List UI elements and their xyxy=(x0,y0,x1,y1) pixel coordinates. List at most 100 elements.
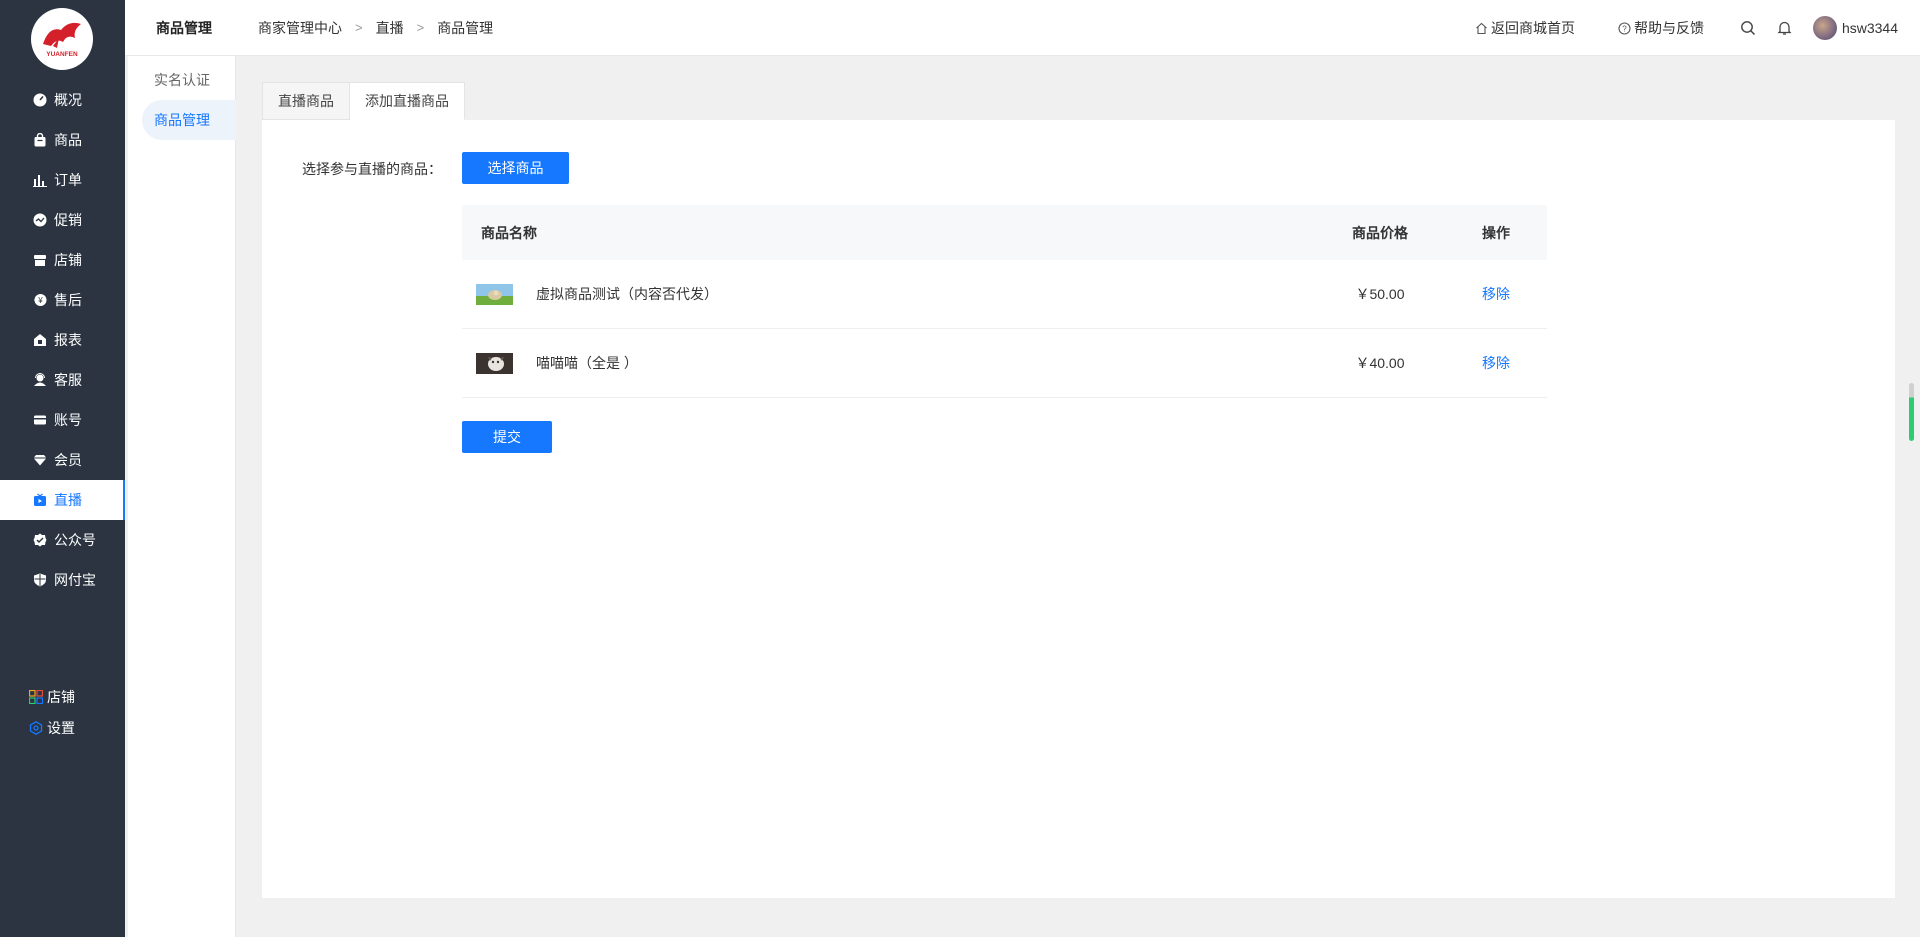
svg-text:¥: ¥ xyxy=(37,296,43,305)
product-name: 喵喵喵（全是 ） xyxy=(536,355,638,371)
home-link[interactable]: 返回商城首页 xyxy=(1475,18,1575,38)
dashboard-icon xyxy=(33,93,47,107)
sidebar-item-label: 直播 xyxy=(54,492,82,508)
bag-icon xyxy=(33,133,47,147)
product-thumbnail xyxy=(476,284,513,305)
sidebar-item-official-account[interactable]: 公众号 xyxy=(0,520,125,560)
help-icon: ? xyxy=(1618,21,1631,35)
check-badge-icon xyxy=(33,533,47,547)
card-icon xyxy=(33,413,47,427)
sidebar: YUANFEN 概况 商品 订单 促销 店铺 ¥ 售后 报表 客服 账号 会员 … xyxy=(0,0,125,937)
subnav-item-verification[interactable]: 实名认证 xyxy=(142,60,236,100)
report-icon xyxy=(33,333,47,347)
grid-icon xyxy=(29,689,43,704)
home-icon xyxy=(1476,22,1487,34)
logo-text: YUANFEN xyxy=(46,51,78,58)
search-icon[interactable] xyxy=(1740,20,1756,36)
sidebar-item-label: 会员 xyxy=(54,452,82,468)
subnav-item-label: 实名认证 xyxy=(154,72,210,88)
column-header-name: 商品名称 xyxy=(481,224,537,241)
header-actions: 返回商城首页 ? 帮助与反馈 hsw3344 xyxy=(1475,0,1898,56)
sidebar-item-label: 客服 xyxy=(54,372,82,388)
remove-link[interactable]: 移除 xyxy=(1471,284,1521,304)
live-icon xyxy=(33,493,47,507)
table-header: 商品名称 商品价格 操作 xyxy=(462,205,1547,260)
sidebar-item-aftersale[interactable]: ¥ 售后 xyxy=(0,280,125,320)
username: hsw3344 xyxy=(1841,20,1898,36)
product-price: ￥50.00 xyxy=(1355,286,1405,302)
sidebar-item-member[interactable]: 会员 xyxy=(0,440,125,480)
sidebar-item-account[interactable]: 账号 xyxy=(0,400,125,440)
home-link-label: 返回商城首页 xyxy=(1490,20,1575,36)
sidebar-item-orders[interactable]: 订单 xyxy=(0,160,125,200)
avatar xyxy=(1812,16,1837,40)
product-name: 虚拟商品测试（内容否代发） xyxy=(536,286,718,302)
diamond-icon xyxy=(33,453,47,467)
sidebar-item-label: 概况 xyxy=(54,92,82,108)
sidebar-item-wangfubao[interactable]: 网付宝 xyxy=(0,560,125,600)
sidebar-item-label: 报表 xyxy=(54,332,82,348)
scroll-indicator[interactable] xyxy=(1909,383,1914,441)
product-price: ￥40.00 xyxy=(1355,355,1405,371)
page-title: 商品管理 xyxy=(156,19,212,36)
chevron-right-icon: > xyxy=(355,20,363,35)
tab-add-live-goods[interactable]: 添加直播商品 xyxy=(350,82,465,120)
user-menu[interactable]: hsw3344 xyxy=(1812,16,1898,40)
hexagon-settings-icon xyxy=(29,720,43,735)
column-header-price: 商品价格 xyxy=(1352,224,1408,241)
sidebar-item-label: 订单 xyxy=(54,172,82,188)
breadcrumb-item[interactable]: 商家管理中心 xyxy=(258,18,342,38)
product-thumbnail xyxy=(476,353,513,374)
remove-link[interactable]: 移除 xyxy=(1471,353,1521,373)
sidebar-bottom-settings[interactable]: 设置 xyxy=(0,712,125,743)
sidebar-item-label: 网付宝 xyxy=(54,572,96,588)
subnav-item-goods-management[interactable]: 商品管理 xyxy=(142,100,236,140)
select-goods-button[interactable]: 选择商品 xyxy=(462,152,569,184)
sidebar-item-label: 商品 xyxy=(54,132,82,148)
sidebar-item-label: 设置 xyxy=(47,719,75,736)
table-row: 虚拟商品测试（内容否代发） ￥50.00 移除 xyxy=(462,260,1547,329)
help-link-label: 帮助与反馈 xyxy=(1633,20,1704,36)
table-row: 喵喵喵（全是 ） ￥40.00 移除 xyxy=(462,329,1547,398)
breadcrumb-item[interactable]: 直播 xyxy=(376,18,404,38)
goods-table: 商品名称 商品价格 操作 虚拟商品测试（内容否代发） ￥50.00 移除 喵喵喵… xyxy=(462,205,1547,398)
select-goods-label: 选择参与直播的商品： xyxy=(302,161,442,177)
secondary-sidebar: 实名认证 商品管理 xyxy=(128,56,236,937)
sidebar-bottom-store[interactable]: 店铺 xyxy=(0,681,125,712)
sidebar-item-service[interactable]: 客服 xyxy=(0,360,125,400)
sidebar-item-label: 售后 xyxy=(54,292,82,308)
sidebar-item-goods[interactable]: 商品 xyxy=(0,120,125,160)
sidebar-item-report[interactable]: 报表 xyxy=(0,320,125,360)
store-icon xyxy=(33,253,47,267)
sidebar-item-promotion[interactable]: 促销 xyxy=(0,200,125,240)
sidebar-nav: 概况 商品 订单 促销 店铺 ¥ 售后 报表 客服 账号 会员 直播 公众号 网… xyxy=(0,80,125,600)
column-header-action: 操作 xyxy=(1482,224,1510,241)
sidebar-item-live[interactable]: 直播 xyxy=(0,480,125,520)
breadcrumb: 商家管理中心 > 直播 > 商品管理 xyxy=(258,18,493,38)
sidebar-item-overview[interactable]: 概况 xyxy=(0,80,125,120)
sidebar-item-store[interactable]: 店铺 xyxy=(0,240,125,280)
bar-chart-icon xyxy=(33,173,47,187)
sidebar-bottom: 店铺 设置 xyxy=(0,681,125,743)
after-sale-icon: ¥ xyxy=(33,293,47,307)
sidebar-item-label: 促销 xyxy=(54,212,82,228)
bell-icon[interactable] xyxy=(1777,20,1792,36)
service-icon xyxy=(33,373,47,387)
tab-bar: 直播商品 添加直播商品 xyxy=(262,82,465,120)
sidebar-item-label: 店铺 xyxy=(47,688,75,705)
tab-live-goods[interactable]: 直播商品 xyxy=(262,82,350,120)
svg-text:?: ? xyxy=(1622,24,1627,33)
top-header: 商品管理 商家管理中心 > 直播 > 商品管理 返回商城首页 ? 帮助与反馈 h… xyxy=(125,0,1920,56)
submit-button[interactable]: 提交 xyxy=(462,421,552,453)
logo-icon: YUANFEN xyxy=(32,9,92,69)
sidebar-item-label: 店铺 xyxy=(54,252,82,268)
promotion-icon xyxy=(33,213,47,227)
brand-logo[interactable]: YUANFEN xyxy=(31,8,93,70)
breadcrumb-item: 商品管理 xyxy=(437,19,494,36)
shield-icon xyxy=(33,573,47,587)
subnav-item-label: 商品管理 xyxy=(154,112,210,128)
help-link[interactable]: ? 帮助与反馈 xyxy=(1618,18,1704,38)
sidebar-item-label: 公众号 xyxy=(54,532,96,548)
chevron-right-icon: > xyxy=(416,20,425,35)
sidebar-item-label: 账号 xyxy=(54,412,82,428)
